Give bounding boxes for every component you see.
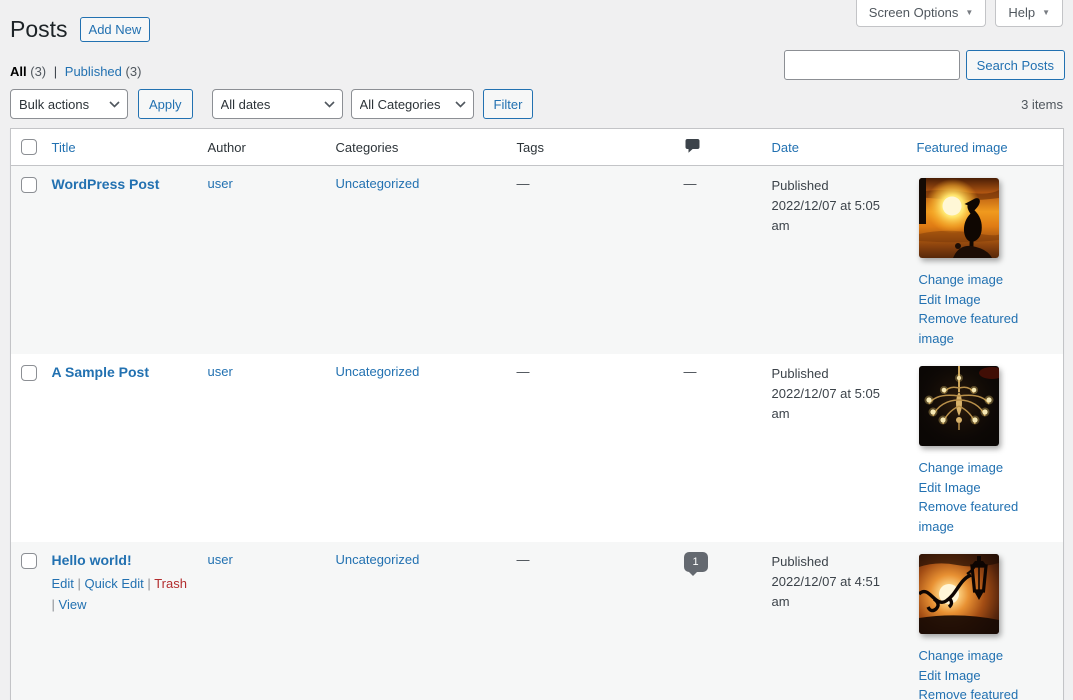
date-meridiem: am (772, 404, 901, 424)
page-title: Posts (10, 15, 68, 45)
post-title-link[interactable]: Hello world! (52, 552, 132, 568)
table-row: A Sample Post user Uncategorized — — Pub… (11, 354, 1064, 542)
view-link[interactable]: View (59, 597, 87, 612)
comments-icon (684, 137, 701, 154)
post-date: Published 2022/12/07 at 5:05 am (764, 354, 909, 542)
category-link[interactable]: Uncategorized (336, 364, 420, 379)
author-link[interactable]: user (208, 552, 233, 567)
column-featured-image-header[interactable]: Featured image (917, 140, 1008, 155)
filter-button[interactable]: Filter (483, 89, 534, 119)
featured-image-actions: Change image Edit Image Remove featured … (919, 646, 1056, 700)
page-heading: Posts Add New (10, 15, 150, 45)
chevron-down-icon: ▼ (1042, 8, 1050, 17)
filter-all-link[interactable]: All (10, 64, 27, 79)
dates-select[interactable]: All dates (212, 89, 343, 119)
post-title-link[interactable]: A Sample Post (52, 364, 150, 380)
column-title-header[interactable]: Title (52, 140, 76, 155)
date-status: Published (772, 364, 901, 384)
author-link[interactable]: user (208, 176, 233, 191)
screen-options-button[interactable]: Screen Options ▼ (856, 0, 987, 27)
table-header-row: Title Author Categories Tags Date Featur… (11, 129, 1064, 166)
date-value: 2022/12/07 at 5:05 (772, 384, 901, 404)
action-separator: | (147, 576, 150, 591)
categories-select[interactable]: All Categories (351, 89, 474, 119)
post-date: Published 2022/12/07 at 4:51 am (764, 542, 909, 700)
search-posts-button[interactable]: Search Posts (966, 50, 1065, 80)
posts-admin-page: Screen Options ▼ Help ▼ Posts Add New Se… (0, 0, 1073, 700)
trash-link[interactable]: Trash (154, 576, 187, 591)
screen-meta-links: Screen Options ▼ Help ▼ (856, 0, 1063, 27)
table-toolbar: Bulk actions Apply All dates All Categor… (10, 89, 1063, 119)
featured-image-actions: Change image Edit Image Remove featured … (919, 458, 1056, 536)
category-link[interactable]: Uncategorized (336, 552, 420, 567)
column-date-header[interactable]: Date (772, 140, 799, 155)
row-checkbox[interactable] (21, 177, 37, 193)
screen-options-label: Screen Options (869, 5, 959, 20)
bulk-actions-select-wrap: Bulk actions (10, 89, 128, 119)
date-meridiem: am (772, 216, 901, 236)
change-image-link[interactable]: Change image (919, 646, 1056, 666)
search-box: Search Posts (784, 50, 1065, 80)
published-count: (3) (126, 64, 142, 79)
column-author-header: Author (208, 140, 246, 155)
date-status: Published (772, 552, 901, 572)
change-image-link[interactable]: Change image (919, 458, 1056, 478)
date-status: Published (772, 176, 901, 196)
column-tags-header: Tags (517, 140, 544, 155)
tags-dash: — (517, 364, 530, 379)
apply-button[interactable]: Apply (138, 89, 193, 119)
help-button[interactable]: Help ▼ (995, 0, 1063, 27)
view-filter-links: All (3) | Published (3) (10, 64, 141, 79)
categories-select-wrap: All Categories (351, 89, 474, 119)
tags-dash: — (517, 176, 530, 191)
filter-published-link[interactable]: Published (65, 64, 122, 79)
column-categories-header: Categories (336, 140, 399, 155)
date-meridiem: am (772, 592, 901, 612)
edit-image-link[interactable]: Edit Image (919, 666, 1056, 686)
tags-dash: — (517, 552, 530, 567)
featured-image-thumbnail (919, 178, 999, 258)
comment-count-badge[interactable]: 1 (684, 552, 708, 572)
featured-image-thumbnail (919, 366, 999, 446)
row-checkbox[interactable] (21, 365, 37, 381)
view-separator: | (54, 64, 57, 79)
action-separator: | (78, 576, 81, 591)
posts-table: Title Author Categories Tags Date Featur… (10, 128, 1064, 700)
dates-select-wrap: All dates (212, 89, 343, 119)
edit-image-link[interactable]: Edit Image (919, 290, 1056, 310)
row-actions: Edit | Quick Edit | Trash | View (52, 574, 192, 616)
category-link[interactable]: Uncategorized (336, 176, 420, 191)
table-row: WordPress Post user Uncategorized — — Pu… (11, 166, 1064, 355)
bulk-actions-select[interactable]: Bulk actions (10, 89, 128, 119)
edit-image-link[interactable]: Edit Image (919, 478, 1056, 498)
featured-image-actions: Change image Edit Image Remove featured … (919, 270, 1056, 348)
search-input[interactable] (784, 50, 960, 80)
remove-featured-image-link[interactable]: Remove featured image (919, 309, 1056, 348)
author-link[interactable]: user (208, 364, 233, 379)
help-label: Help (1008, 5, 1035, 20)
featured-image-thumbnail (919, 554, 999, 634)
change-image-link[interactable]: Change image (919, 270, 1056, 290)
date-value: 2022/12/07 at 5:05 (772, 196, 901, 216)
items-count: 3 items (1021, 97, 1063, 112)
all-count: (3) (30, 64, 46, 79)
add-new-button[interactable]: Add New (80, 17, 151, 42)
remove-featured-image-link[interactable]: Remove featured image (919, 497, 1056, 536)
date-value: 2022/12/07 at 4:51 (772, 572, 901, 592)
action-separator: | (52, 597, 55, 612)
quick-edit-link[interactable]: Quick Edit (85, 576, 144, 591)
row-checkbox[interactable] (21, 553, 37, 569)
post-title-link[interactable]: WordPress Post (52, 176, 160, 192)
chevron-down-icon: ▼ (965, 8, 973, 17)
select-all-checkbox[interactable] (21, 139, 37, 155)
comments-dash: — (684, 176, 697, 191)
table-row: Hello world! Edit | Quick Edit | Trash |… (11, 542, 1064, 700)
remove-featured-image-link[interactable]: Remove featured image (919, 685, 1056, 700)
post-date: Published 2022/12/07 at 5:05 am (764, 166, 909, 355)
edit-link[interactable]: Edit (52, 576, 74, 591)
comments-dash: — (684, 364, 697, 379)
